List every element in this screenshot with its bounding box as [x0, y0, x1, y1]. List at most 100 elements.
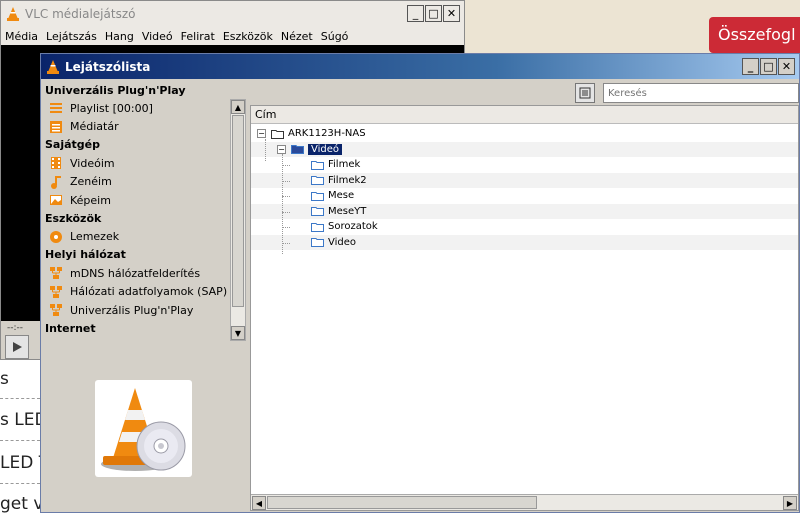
- vlc-cone-icon: [7, 7, 19, 21]
- tree-row[interactable]: − ARK1123H-NAS: [251, 126, 798, 142]
- background-divider: [0, 398, 40, 399]
- column-header-title[interactable]: Cím: [251, 106, 798, 124]
- scroll-right-button[interactable]: ▶: [783, 496, 797, 510]
- scroll-thumb[interactable]: [267, 496, 537, 509]
- source-item[interactable]: Zenéim: [43, 173, 231, 192]
- search-input[interactable]: [603, 83, 799, 103]
- folder-icon: [311, 176, 324, 186]
- menu-playback[interactable]: Lejátszás: [46, 30, 97, 43]
- vlc-menubar: Média Lejátszás Hang Videó Felirat Eszkö…: [1, 27, 464, 45]
- background-text-line: get v: [0, 494, 44, 514]
- menu-tools[interactable]: Eszközök: [223, 30, 273, 43]
- scroll-down-button[interactable]: ▼: [231, 326, 245, 340]
- folder-icon: [311, 160, 324, 170]
- source-item-label: Lemezek: [70, 230, 120, 244]
- tree-row[interactable]: MeseYT: [251, 203, 798, 219]
- collapse-toggle-icon[interactable]: −: [277, 144, 286, 154]
- source-item-label: Képeim: [70, 193, 111, 207]
- tree-item-label: ARK1123H-NAS: [288, 128, 366, 140]
- source-list-scrollbar[interactable]: ▲ ▼: [230, 99, 246, 341]
- tree-item-label: Sorozatok: [328, 221, 378, 233]
- play-button[interactable]: [5, 335, 29, 359]
- tree-item-label: Filmek: [328, 159, 361, 171]
- menu-view[interactable]: Nézet: [281, 30, 313, 43]
- playlist-window: Lejátszólista _ □ ✕ Univerzális Plug'n'P…: [40, 53, 800, 513]
- current-source-title: Univerzális Plug'n'Play: [45, 84, 186, 97]
- music-note-icon: [51, 175, 61, 189]
- source-item[interactable]: Lemezek: [43, 228, 231, 247]
- source-category-header: Sajátgép: [45, 138, 101, 151]
- source-item-label: mDNS hálózatfelderítés: [70, 266, 201, 280]
- folder-icon: [311, 238, 324, 248]
- tree-row[interactable]: Mese: [251, 188, 798, 204]
- tree-connector-line: [282, 154, 283, 254]
- toggle-view-button[interactable]: [575, 83, 595, 103]
- source-item[interactable]: Videóim: [43, 154, 231, 173]
- minimize-button[interactable]: _: [742, 58, 759, 75]
- tree-connector-line: [282, 165, 290, 166]
- source-panel: Univerzális Plug'n'Play Playlist [00:00]…: [41, 79, 246, 512]
- source-item[interactable]: Hálózati adatfolyamok (SAP): [43, 283, 231, 302]
- source-item[interactable]: Playlist [00:00]: [43, 99, 231, 118]
- close-button[interactable]: ✕: [778, 58, 795, 75]
- vlc-title-bar: VLC médialejátszó _ □ ✕: [1, 1, 464, 27]
- tree-row[interactable]: − Videó: [251, 141, 798, 157]
- source-item[interactable]: Univerzális Plug'n'Play: [43, 301, 231, 320]
- menu-video[interactable]: Videó: [142, 30, 173, 43]
- source-category-header: Eszközök: [45, 211, 102, 225]
- tree-connector-line: [282, 242, 290, 244]
- folder-icon: [311, 207, 324, 217]
- playlist-content-panel: Cím ◀ ▶ −ARK1123H-NAS−VideóFilmekFilmek2…: [248, 79, 799, 512]
- tree-connector-line: [282, 180, 290, 182]
- source-item-label: Playlist [00:00]: [70, 101, 153, 115]
- scroll-thumb[interactable]: [232, 115, 244, 307]
- playlist-icon: [50, 103, 62, 114]
- source-item[interactable]: Képeim: [43, 191, 231, 210]
- source-item-label: Hálózati adatfolyamok (SAP): [70, 285, 228, 299]
- scroll-up-button[interactable]: ▲: [231, 100, 245, 114]
- source-item-label: Videóim: [70, 156, 115, 170]
- tree-item-label: Video: [328, 236, 357, 248]
- tree-horizontal-scrollbar[interactable]: ◀ ▶: [251, 494, 798, 510]
- maximize-button[interactable]: □: [760, 58, 777, 75]
- album-art: [95, 380, 192, 477]
- folder-icon: [291, 145, 304, 155]
- tree-connector-line: [282, 196, 290, 197]
- disc-icon: [50, 230, 62, 243]
- source-item[interactable]: mDNS hálózatfelderítés: [43, 264, 231, 283]
- summary-button[interactable]: Összefogl: [709, 17, 800, 53]
- close-button[interactable]: ✕: [443, 5, 460, 22]
- playlist-tree: Cím ◀ ▶ − ARK1123H-NAS − Videó Filmek Filmek2…: [250, 105, 799, 511]
- tree-item-label: Videó: [308, 143, 343, 155]
- menu-audio[interactable]: Hang: [105, 30, 134, 43]
- elapsed-time: --:--: [7, 323, 24, 333]
- playlist-title-bar: Lejátszólista _ □ ✕: [41, 54, 799, 79]
- collapse-toggle-icon[interactable]: −: [257, 129, 266, 139]
- source-item[interactable]: Médiatár: [43, 118, 231, 137]
- background-text-line: s: [0, 369, 9, 389]
- menu-media[interactable]: Média: [5, 30, 38, 43]
- picture-icon: [50, 195, 62, 206]
- background-divider: [0, 483, 40, 484]
- source-item-label: Zenéim: [70, 175, 112, 189]
- source-category-header: Helyi hálózat: [45, 248, 126, 261]
- folder-icon: [311, 222, 324, 232]
- background-divider: [0, 440, 40, 441]
- tree-connector-line: [282, 211, 290, 213]
- tree-row[interactable]: Sorozatok: [251, 219, 798, 235]
- source-category-header: Internet: [45, 321, 96, 335]
- maximize-button[interactable]: □: [425, 5, 442, 22]
- minimize-button[interactable]: _: [407, 5, 424, 22]
- network-icon: [50, 285, 62, 298]
- network-icon: [50, 267, 62, 280]
- menu-help[interactable]: Súgó: [321, 30, 349, 43]
- tree-row[interactable]: Filmek: [251, 157, 798, 173]
- tree-row[interactable]: Filmek2: [251, 172, 798, 188]
- menu-subtitle[interactable]: Felirat: [181, 30, 215, 43]
- tree-row[interactable]: Video: [251, 234, 798, 250]
- film-icon: [51, 157, 61, 170]
- vlc-cone-disc-icon: [101, 388, 186, 471]
- source-item-label: Univerzális Plug'n'Play: [70, 303, 194, 317]
- tree-item-label: Mese: [328, 190, 355, 202]
- scroll-left-button[interactable]: ◀: [252, 496, 266, 510]
